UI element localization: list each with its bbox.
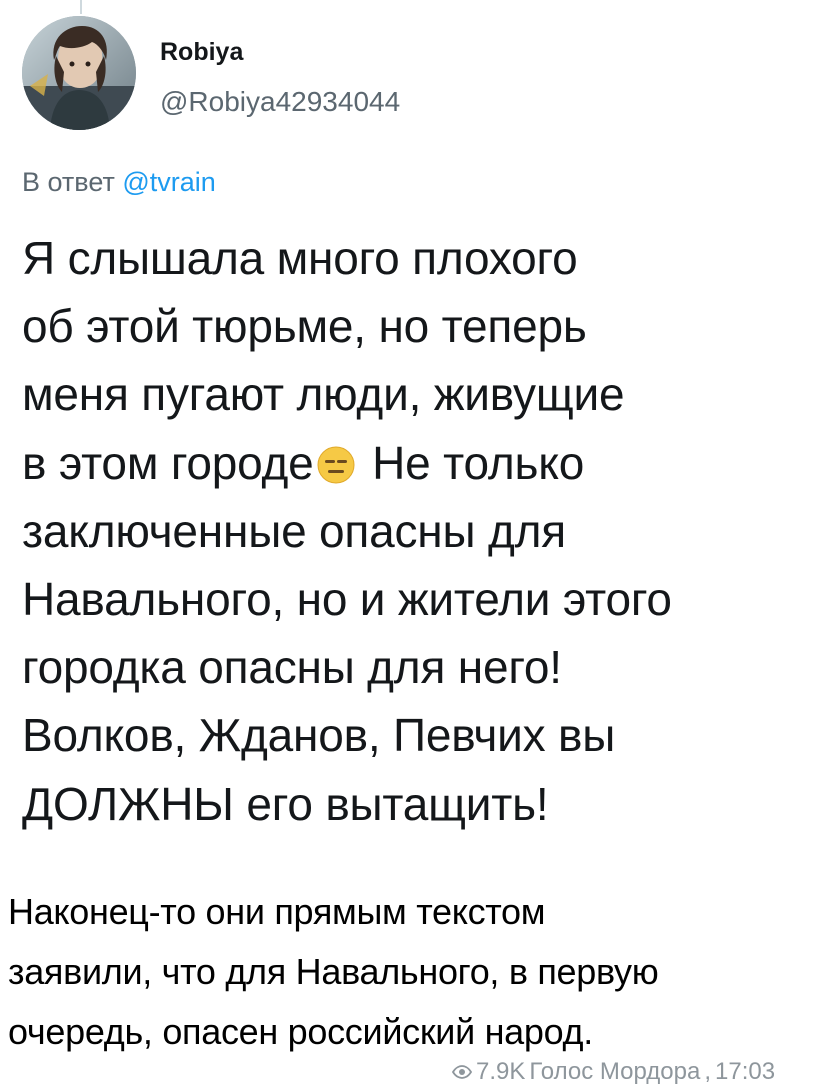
channel-name: Голос Мордора bbox=[529, 1058, 701, 1085]
view-count: 7.9K bbox=[476, 1058, 526, 1085]
avatar-image bbox=[22, 16, 136, 130]
post-footer: 7.9K Голос Мордора, 17:03 bbox=[452, 1058, 775, 1086]
thread-connector-line bbox=[80, 0, 82, 14]
eye-icon bbox=[452, 1065, 472, 1079]
avatar[interactable] bbox=[22, 16, 136, 130]
post-time: 17:03 bbox=[715, 1058, 776, 1085]
author-name[interactable]: Robiya bbox=[160, 38, 243, 67]
tweet-text: Я слышала много плохого об этой тюрьме, … bbox=[22, 224, 822, 838]
tweet-text-part2: Не только заключенные опасны для Навальн… bbox=[22, 436, 672, 830]
expressionless-face-icon bbox=[316, 435, 356, 484]
channel-caption: Наконец-то они прямым текстом заявили, ч… bbox=[8, 891, 659, 1052]
reply-context: В ответ @tvrain bbox=[22, 167, 216, 198]
reply-mention-link[interactable]: @tvrain bbox=[122, 167, 215, 197]
author-handle[interactable]: @Robiya42934044 bbox=[160, 86, 400, 118]
reply-prefix: В ответ bbox=[22, 167, 115, 197]
